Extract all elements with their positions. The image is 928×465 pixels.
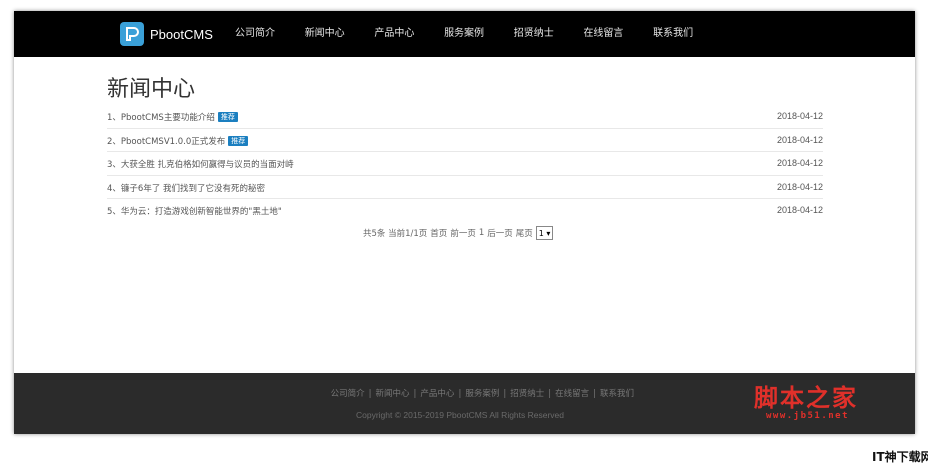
recommend-badge: 推荐	[228, 135, 249, 146]
news-date: 2018-04-12	[776, 134, 823, 145]
top-navbar: PbootCMS 公司简介 新闻中心 产品中心 服务案例 招贤纳士 在线留言 联…	[14, 11, 915, 57]
list-item: 3、大获全胜 扎克伯格如何赢得与议员的当面对峙 2018-04-12	[107, 152, 823, 176]
pager-summary: 共5条 当前1/1页	[363, 229, 428, 239]
footer-link-products[interactable]: 产品中心	[420, 389, 454, 399]
news-title-link[interactable]: 2、PbootCMSV1.0.0正式发布 推荐	[107, 135, 249, 147]
news-title-link[interactable]: 4、镰子6年了 我们找到了它没有死的秘密	[107, 182, 265, 194]
watermark-logo: 脚本之家	[754, 383, 858, 412]
nav-item-message[interactable]: 在线留言	[583, 11, 653, 57]
footer-link-company[interactable]: 公司简介	[331, 389, 365, 399]
footer-link-contact[interactable]: 联系我们	[600, 389, 634, 399]
nav-item-news[interactable]: 新闻中心	[305, 11, 375, 57]
watermark-url: www.jb51.net	[766, 411, 850, 421]
divider: |	[413, 389, 417, 399]
footer-links: 公司简介 | 新闻中心 | 产品中心 | 服务案例 | 招贤纳士 | 在线留言 | 联系我们	[14, 387, 634, 399]
news-list: 1、PbootCMS主要功能介绍 推荐 2018-04-12 2、PbootCMS…	[107, 105, 823, 222]
pager-current-page[interactable]: 1	[479, 228, 484, 238]
footer-link-news[interactable]: 新闻中心	[376, 389, 410, 399]
list-item: 4、镰子6年了 我们找到了它没有死的秘密 2018-04-12	[107, 176, 823, 199]
news-date: 2018-04-12	[776, 205, 823, 215]
divider: |	[368, 389, 372, 399]
nav-item-contact[interactable]: 联系我们	[653, 11, 723, 57]
pbootcms-logo-icon	[120, 22, 144, 46]
news-date: 2018-04-12	[776, 111, 823, 121]
list-item: 1、PbootCMS主要功能介绍 推荐 2018-04-12	[107, 105, 823, 129]
divider: |	[548, 389, 552, 399]
corner-watermark: IT神下载网	[872, 450, 928, 464]
browser-viewport: PbootCMS 公司简介 新闻中心 产品中心 服务案例 招贤纳士 在线留言 联…	[14, 11, 915, 434]
divider: |	[593, 389, 596, 399]
brand-link[interactable]: PbootCMS	[120, 22, 213, 46]
page-select-dropdown[interactable]: 1 ▾	[535, 226, 554, 240]
news-title-link[interactable]: 3、大获全胜 扎克伯格如何赢得与议员的当面对峙	[107, 158, 294, 170]
pager-first-link[interactable]: 首页	[430, 227, 447, 239]
nav-item-products[interactable]: 产品中心	[374, 11, 444, 57]
main-nav: 公司简介 新闻中心 产品中心 服务案例 招贤纳士 在线留言 联系我们	[235, 11, 723, 57]
news-title-link[interactable]: 1、PbootCMS主要功能介绍 推荐	[107, 111, 238, 123]
pagination: 共5条 当前1/1页 首页 前一页 1 后一页 尾页 1 ▾	[363, 226, 556, 240]
nav-item-company[interactable]: 公司简介	[235, 11, 305, 57]
divider: |	[503, 389, 507, 399]
brand-name: PbootCMS	[150, 26, 213, 42]
footer-link-cases[interactable]: 服务案例	[465, 389, 499, 399]
footer-link-message[interactable]: 在线留言	[555, 389, 589, 399]
list-item: 2、PbootCMSV1.0.0正式发布 推荐 2018-04-12	[107, 129, 823, 152]
nav-item-cases[interactable]: 服务案例	[444, 11, 514, 57]
copyright-text: Copyright © 2015-2019 PbootCMS All Right…	[356, 410, 565, 420]
nav-item-jobs[interactable]: 招贤纳士	[514, 11, 584, 57]
pager-next-link[interactable]: 后一页	[487, 227, 513, 239]
pager-last-link[interactable]: 尾页	[516, 227, 533, 239]
recommend-badge: 推荐	[217, 112, 238, 122]
news-date: 2018-04-12	[776, 158, 823, 168]
list-item: 5、华为云：打造游戏创新智能世界的"黑土地" 2018-04-12	[107, 199, 823, 222]
pager-prev-link[interactable]: 前一页	[450, 227, 476, 239]
news-date: 2018-04-12	[776, 181, 823, 192]
page-title: 新闻中心	[107, 77, 196, 102]
news-title-link[interactable]: 5、华为云：打造游戏创新智能世界的"黑土地"	[107, 205, 282, 217]
news-title-text[interactable]: 1、PbootCMS主要功能介绍	[107, 113, 215, 123]
divider: |	[458, 389, 462, 399]
news-title-text[interactable]: 2、PbootCMSV1.0.0正式发布	[107, 137, 225, 147]
footer-link-jobs[interactable]: 招贤纳士	[510, 389, 544, 399]
